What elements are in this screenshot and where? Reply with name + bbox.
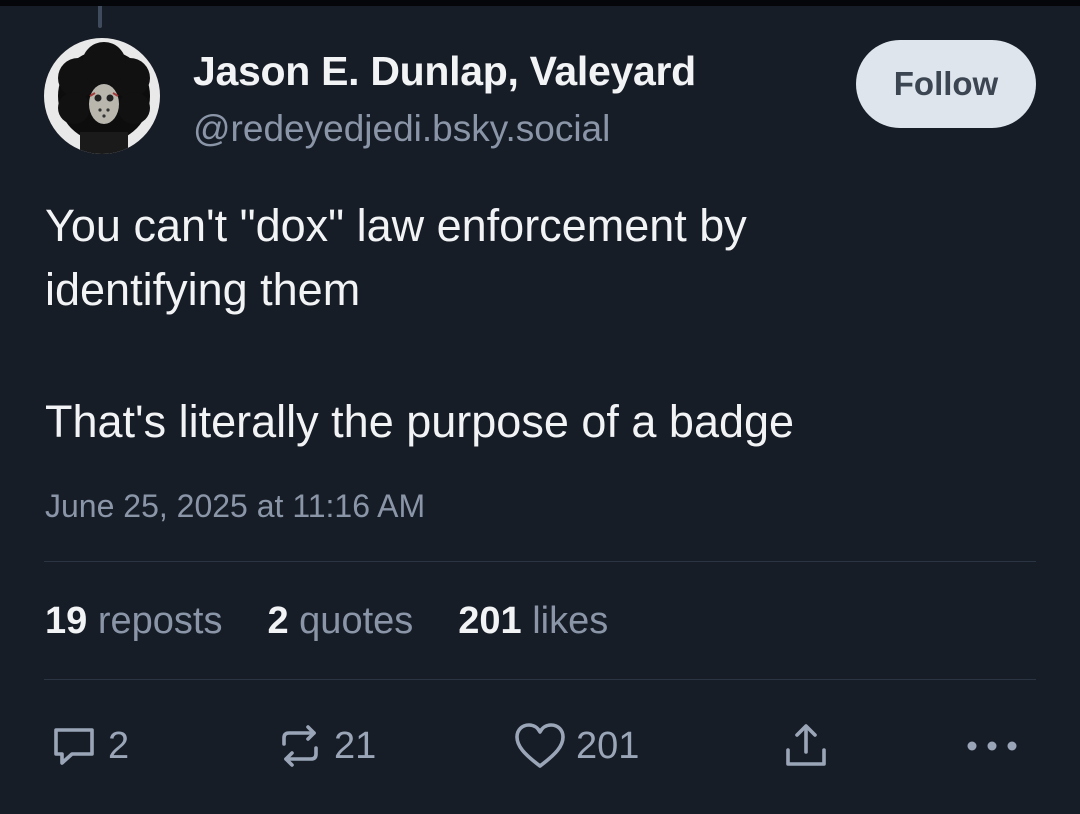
- likes-stat[interactable]: 201 likes: [458, 600, 608, 643]
- quotes-label: quotes: [299, 600, 414, 642]
- top-status-strip: [0, 0, 1080, 6]
- likes-label: likes: [532, 600, 609, 642]
- author-display-name[interactable]: Jason E. Dunlap, Valeyard: [193, 48, 696, 95]
- post-text-line: That's literally the purpose of a badge: [45, 396, 795, 447]
- reply-count: 2: [108, 724, 130, 767]
- engagement-stats: 19 reposts 2 quotes 201 likes: [45, 600, 653, 643]
- repost-icon: [282, 725, 318, 767]
- post-text: You can't "dox" law enforcement by ident…: [45, 194, 1035, 454]
- share-button[interactable]: [780, 718, 832, 774]
- share-icon: [786, 724, 826, 766]
- like-button[interactable]: 201: [512, 718, 639, 774]
- quotes-count: 2: [267, 600, 289, 642]
- reposts-label: reposts: [97, 600, 223, 642]
- divider: [44, 679, 1036, 680]
- likes-count: 201: [458, 600, 522, 642]
- reposts-count: 19: [45, 600, 88, 642]
- thread-connector-line: [98, 6, 102, 28]
- avatar-image: [44, 38, 160, 154]
- author-handle[interactable]: @redeyedjedi.bsky.social: [193, 108, 610, 150]
- more-options-button[interactable]: [962, 718, 1022, 774]
- post-timestamp: June 25, 2025 at 11:16 AM: [45, 488, 426, 524]
- quotes-stat[interactable]: 2 quotes: [267, 600, 413, 643]
- repost-count: 21: [334, 724, 377, 767]
- reply-icon: [54, 728, 94, 765]
- repost-button[interactable]: 21: [274, 718, 376, 774]
- like-count: 201: [576, 724, 640, 767]
- heart-icon: [515, 723, 565, 768]
- reposts-stat[interactable]: 19 reposts: [45, 600, 222, 643]
- follow-button[interactable]: Follow: [856, 40, 1036, 128]
- more-icon: [967, 741, 1017, 751]
- divider: [44, 561, 1036, 562]
- post-text-line: You can't "dox" law enforcement by: [45, 200, 747, 251]
- post-text-line: identifying them: [45, 264, 361, 315]
- avatar[interactable]: [44, 38, 160, 154]
- reply-button[interactable]: 2: [48, 718, 129, 774]
